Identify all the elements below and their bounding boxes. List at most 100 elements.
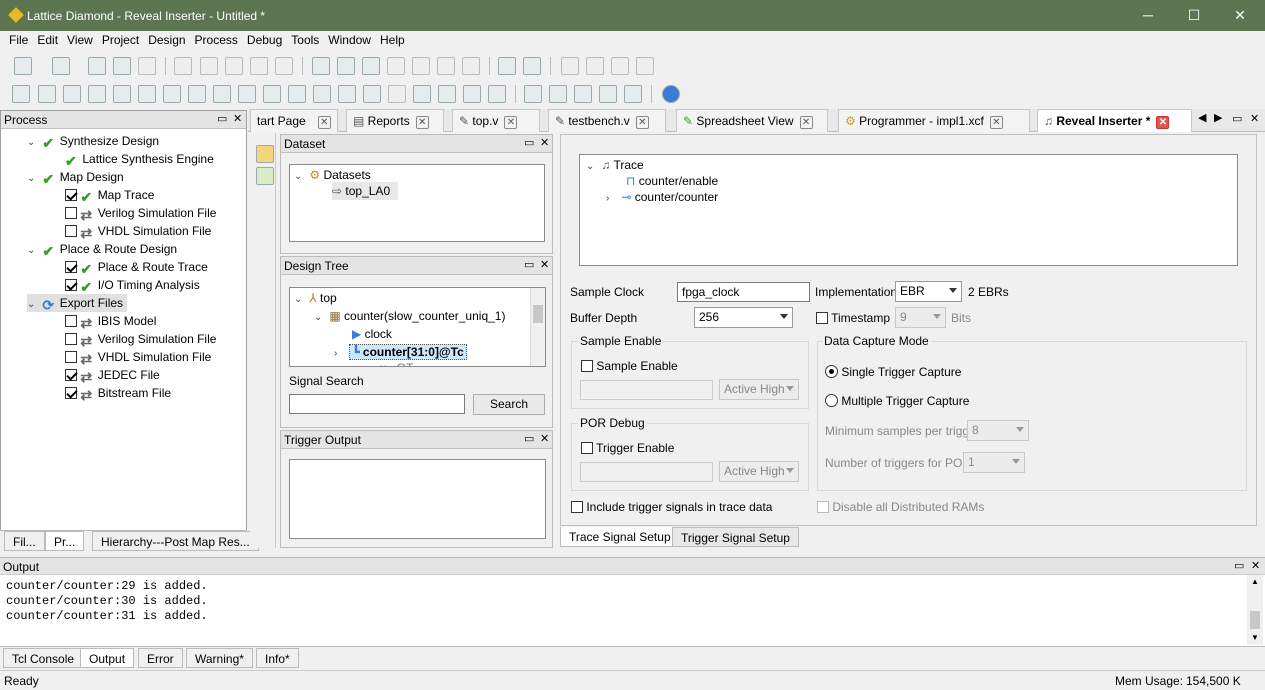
view-rows-icon[interactable]: [574, 85, 592, 103]
tab-hierarchy[interactable]: Hierarchy---Post Map Res...: [92, 531, 259, 551]
chip-icon[interactable]: [63, 85, 81, 103]
tree-scrollbar[interactable]: [530, 288, 545, 366]
view-tile-icon[interactable]: [624, 85, 642, 103]
restore-icon[interactable]: ▭: [524, 258, 534, 271]
floorplan-icon[interactable]: [163, 85, 181, 103]
process-item[interactable]: ✔ Place & Route Trace: [65, 258, 208, 276]
warning-icon[interactable]: [256, 145, 274, 163]
tab-scroll-right-icon[interactable]: ▶: [1214, 111, 1222, 124]
process-item[interactable]: ⌄ ✔ Place & Route Design: [27, 240, 177, 258]
timing-icon[interactable]: [263, 85, 281, 103]
package-icon[interactable]: [138, 85, 156, 103]
tab-output[interactable]: Output: [80, 648, 135, 668]
process-item[interactable]: ⇄ VHDL Simulation File: [65, 222, 211, 240]
paste-icon[interactable]: [275, 57, 293, 75]
multiple-trigger-radio[interactable]: Multiple Trigger Capture: [825, 394, 969, 408]
network-icon[interactable]: [463, 85, 481, 103]
tree-node-top[interactable]: ⌄ ⅄ top: [294, 289, 337, 307]
open-file-icon[interactable]: [52, 57, 70, 75]
undo-icon[interactable]: [174, 57, 192, 75]
process-item[interactable]: ⇄ JEDEC File: [65, 366, 160, 384]
sample-active-select[interactable]: Active High: [719, 379, 799, 400]
checklist-icon[interactable]: [498, 57, 516, 75]
restore-icon[interactable]: ▭: [1234, 559, 1244, 572]
process-item[interactable]: ✔ I/O Timing Analysis: [65, 276, 200, 294]
sample-enable-signal-input[interactable]: [580, 380, 713, 400]
view-split-icon[interactable]: [524, 85, 542, 103]
chart-icon[interactable]: [313, 85, 331, 103]
restore-icon[interactable]: ▭: [1232, 112, 1242, 125]
tab-start-page[interactable]: tart Page ✕: [250, 109, 338, 132]
num-triggers-select[interactable]: 1: [963, 452, 1025, 473]
menu-window[interactable]: Window: [324, 31, 376, 47]
tab-spreadsheet-view[interactable]: ✎ Spreadsheet View ✕: [676, 109, 828, 132]
buffer-depth-select[interactable]: 256: [694, 307, 793, 328]
tab-testbench-v[interactable]: ✎ testbench.v ✕: [548, 109, 666, 132]
timestamp-checkbox[interactable]: Timestamp: [816, 311, 890, 325]
process-item[interactable]: ⇄ Verilog Simulation File: [65, 330, 216, 348]
globe-icon[interactable]: [662, 85, 680, 103]
insert-icon[interactable]: [256, 167, 274, 185]
close-icon[interactable]: ✕: [1250, 112, 1259, 125]
tab-warning[interactable]: Warning*: [186, 648, 253, 668]
disable-rams-checkbox[interactable]: Disable all Distributed RAMs: [817, 500, 984, 514]
a-icon[interactable]: [438, 85, 456, 103]
close-tab-icon[interactable]: ✕: [989, 116, 1003, 129]
tab-trigger-signal-setup[interactable]: Trigger Signal Setup: [672, 527, 799, 547]
por-active-select[interactable]: Active High: [719, 461, 799, 482]
power-icon[interactable]: [288, 85, 306, 103]
implementation-select[interactable]: EBR: [895, 281, 962, 302]
process-item[interactable]: ⇄ Verilog Simulation File: [65, 204, 216, 222]
tree-node-counter[interactable]: ⌄ ▦ counter(slow_counter_uniq_1): [314, 307, 505, 325]
find-icon[interactable]: [312, 57, 330, 75]
por-signal-input[interactable]: [580, 462, 713, 482]
menu-edit[interactable]: Edit: [33, 31, 63, 47]
tab-scroll-left-icon[interactable]: ◀: [1198, 111, 1206, 124]
tree-node-clock[interactable]: ▶ clock: [352, 325, 392, 343]
tab-files[interactable]: Fil...: [4, 531, 45, 551]
save-icon[interactable]: [88, 57, 106, 75]
menu-tools[interactable]: Tools: [287, 31, 324, 47]
menu-project[interactable]: Project: [98, 31, 144, 47]
reveal-icon[interactable]: [363, 85, 381, 103]
process-item[interactable]: ⇄ Bitstream File: [65, 384, 171, 402]
single-trigger-radio[interactable]: Single Trigger Capture: [825, 365, 961, 379]
close-icon[interactable]: ✕: [540, 136, 549, 149]
process-item[interactable]: ⌄ ✔ Synthesize Design: [27, 132, 159, 150]
zoom-area-icon[interactable]: [462, 57, 480, 75]
process-item[interactable]: ⌄ ⟳ Export Files: [27, 294, 128, 312]
trigger-enable-checkbox[interactable]: Trigger Enable: [581, 441, 674, 455]
process-item[interactable]: ⇄ IBIS Model: [65, 312, 156, 330]
restore-icon[interactable]: ▭: [524, 432, 534, 445]
process-item[interactable]: ✔ Lattice Synthesis Engine: [65, 150, 214, 168]
close-icon[interactable]: ✕: [233, 112, 242, 125]
copy-icon[interactable]: [250, 57, 268, 75]
menu-process[interactable]: Process: [191, 31, 243, 47]
tab-process[interactable]: Pr...: [45, 531, 85, 551]
save-all-icon[interactable]: [113, 57, 131, 75]
zoom-out-icon[interactable]: [412, 57, 430, 75]
rerun-icon[interactable]: [611, 57, 629, 75]
table-find-icon[interactable]: [362, 57, 380, 75]
trace-signal-counter[interactable]: › ⊸ counter/counter: [606, 188, 718, 206]
tab-top-v[interactable]: ✎ top.v ✕: [452, 109, 540, 132]
close-tab-icon[interactable]: ✕: [504, 116, 518, 129]
zoom-in-icon[interactable]: [387, 57, 405, 75]
cursor-icon[interactable]: [488, 85, 506, 103]
close-tab-icon[interactable]: ✕: [1156, 116, 1170, 129]
wizard-icon[interactable]: [12, 85, 30, 103]
output-scrollbar[interactable]: ▲ ▼: [1247, 575, 1263, 645]
view-grid-icon[interactable]: [599, 85, 617, 103]
run-all-icon[interactable]: [586, 57, 604, 75]
tab-reports[interactable]: ▤ Reports ✕: [346, 109, 444, 132]
stop-icon[interactable]: [636, 57, 654, 75]
close-icon[interactable]: ✕: [1251, 559, 1260, 572]
ip-icon[interactable]: [213, 85, 231, 103]
close-tab-icon[interactable]: ✕: [635, 116, 649, 129]
include-trigger-checkbox[interactable]: Include trigger signals in trace data: [571, 500, 772, 514]
edit-constraint-icon[interactable]: [38, 85, 56, 103]
download-icon[interactable]: [188, 85, 206, 103]
menu-debug[interactable]: Debug: [243, 31, 287, 47]
menu-help[interactable]: Help: [376, 31, 410, 47]
table-icon[interactable]: [337, 57, 355, 75]
